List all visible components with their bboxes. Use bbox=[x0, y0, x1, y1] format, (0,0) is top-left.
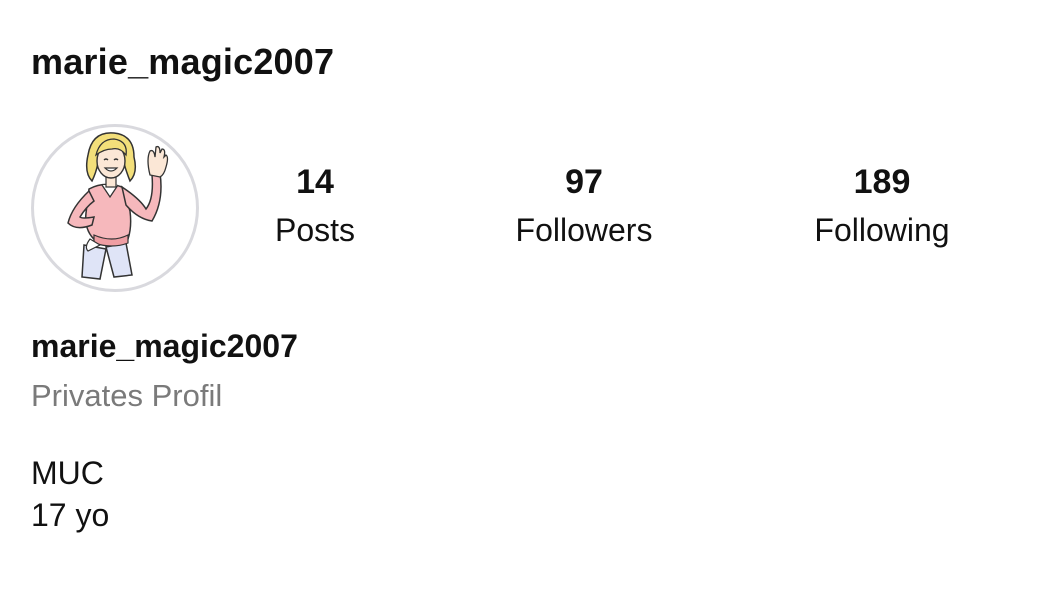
bio: MUC 17 yo bbox=[31, 452, 109, 536]
bio-line: MUC bbox=[31, 455, 104, 491]
following-count: 189 bbox=[853, 163, 911, 201]
cartoon-girl-waving-icon bbox=[67, 132, 169, 280]
profile-avatar[interactable] bbox=[31, 124, 199, 292]
header-username: marie_magic2007 bbox=[31, 41, 335, 82]
followers-stat[interactable]: 97 Followers bbox=[474, 160, 694, 250]
posts-count: 14 bbox=[296, 163, 334, 201]
profile-name: marie_magic2007 bbox=[31, 328, 298, 364]
posts-label: Posts bbox=[274, 212, 356, 248]
private-profile-label: Privates Profil bbox=[31, 378, 223, 413]
bio-line: 17 yo bbox=[31, 497, 110, 533]
followers-label: Followers bbox=[515, 212, 653, 248]
posts-stat[interactable]: 14 Posts bbox=[205, 160, 425, 250]
following-stat[interactable]: 189 Following bbox=[772, 160, 992, 250]
followers-count: 97 bbox=[565, 163, 603, 201]
following-label: Following bbox=[814, 212, 950, 248]
